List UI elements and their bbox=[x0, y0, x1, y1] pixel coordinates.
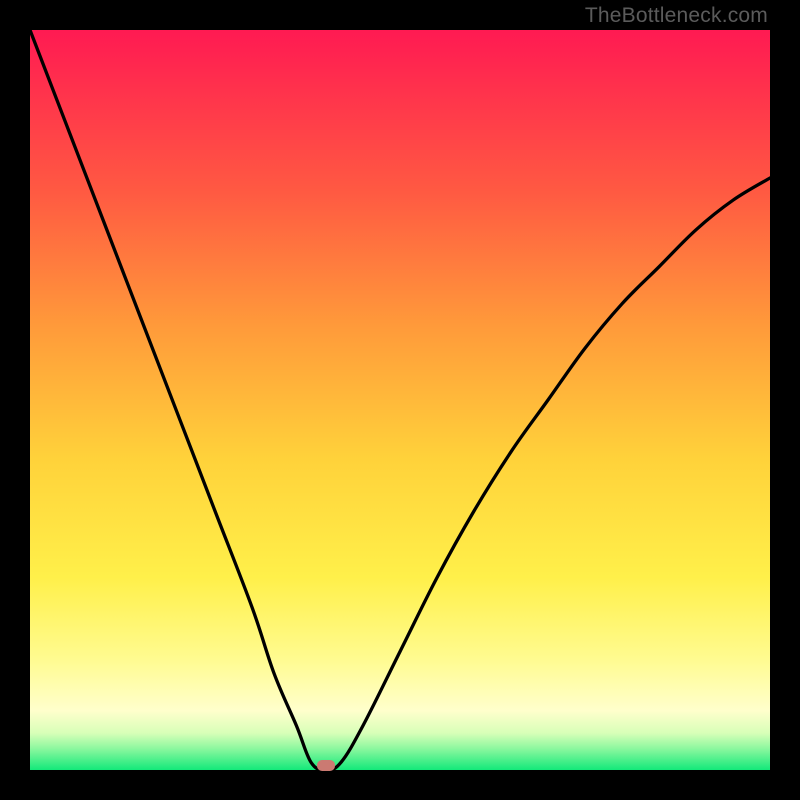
minimum-marker bbox=[317, 760, 335, 771]
watermark-text: TheBottleneck.com bbox=[585, 4, 768, 28]
plot-frame bbox=[30, 30, 770, 770]
plot-background-gradient bbox=[30, 30, 770, 770]
